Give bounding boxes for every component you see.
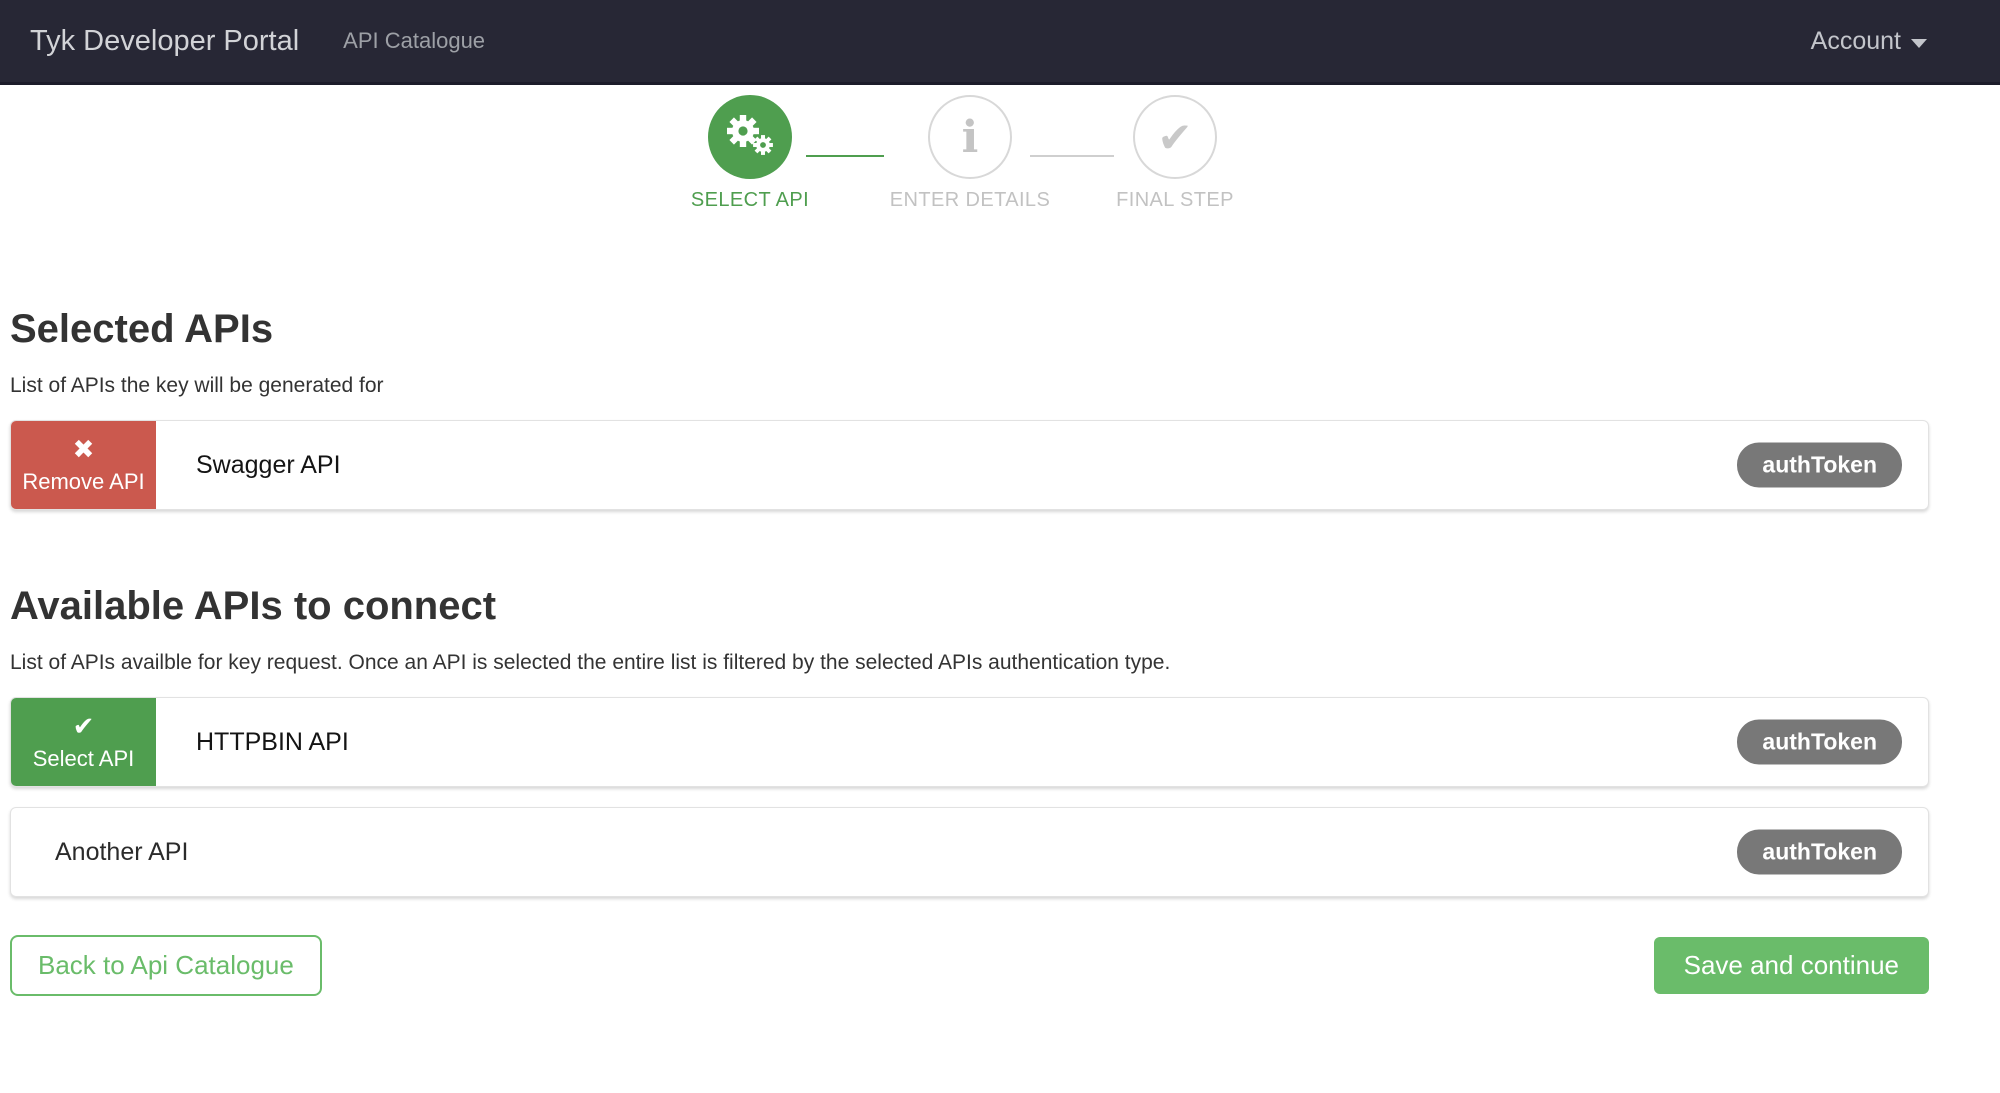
selected-apis-subheading: List of APIs the key will be generated f… bbox=[10, 374, 384, 397]
x-icon: ✖ bbox=[72, 433, 95, 464]
back-to-catalogue-button[interactable]: Back to Api Catalogue bbox=[10, 935, 322, 996]
step-enter-details: i bbox=[928, 95, 1012, 179]
step-label-final-step: FINAL STEP bbox=[1116, 189, 1234, 211]
api-name: Another API bbox=[55, 837, 189, 866]
check-icon: ✔ bbox=[72, 710, 95, 741]
auth-type-badge: authToken bbox=[1737, 719, 1902, 765]
account-dropdown[interactable]: Account bbox=[1811, 27, 1927, 56]
check-icon: ✔ bbox=[1157, 113, 1193, 161]
api-card-httpbin: ✔ Select API HTTPBIN API authToken bbox=[10, 697, 1929, 787]
step-select-api bbox=[708, 95, 792, 179]
step-wizard: i ✔ SELECT API ENTER DETAILS FINAL STEP bbox=[0, 85, 2000, 217]
available-apis-subheading: List of APIs availble for key request. O… bbox=[10, 651, 1171, 674]
nav-item-api-catalogue[interactable]: API Catalogue bbox=[343, 28, 485, 54]
select-api-label: Select API bbox=[32, 745, 135, 771]
available-apis-heading: Available APIs to connect bbox=[10, 584, 497, 628]
main-content: Selected APIs List of APIs the key will … bbox=[10, 307, 1929, 996]
chevron-down-icon bbox=[1911, 38, 1927, 48]
remove-api-label: Remove API bbox=[22, 468, 145, 494]
api-name: HTTPBIN API bbox=[196, 727, 349, 756]
auth-type-badge: authToken bbox=[1737, 442, 1902, 488]
api-name: Swagger API bbox=[196, 450, 341, 479]
api-card-another: Another API authToken bbox=[10, 807, 1929, 897]
step-connector-todo bbox=[1030, 155, 1114, 157]
info-icon: i bbox=[961, 111, 979, 163]
save-and-continue-button[interactable]: Save and continue bbox=[1653, 937, 1929, 994]
select-api-button[interactable]: ✔ Select API bbox=[11, 698, 156, 786]
brand-link[interactable]: Tyk Developer Portal bbox=[30, 25, 299, 58]
step-final-step: ✔ bbox=[1133, 95, 1217, 179]
account-label: Account bbox=[1810, 26, 1901, 55]
step-connector-done bbox=[806, 155, 884, 157]
navbar: Tyk Developer Portal API Catalogue Accou… bbox=[0, 0, 2000, 85]
remove-api-button[interactable]: ✖ Remove API bbox=[11, 421, 156, 509]
auth-type-badge: authToken bbox=[1737, 829, 1902, 875]
cogs-icon bbox=[725, 112, 775, 163]
api-card-swagger: ✖ Remove API Swagger API authToken bbox=[10, 420, 1929, 510]
selected-apis-heading: Selected APIs bbox=[10, 307, 274, 351]
footer-actions: Back to Api Catalogue Save and continue bbox=[10, 935, 1929, 996]
